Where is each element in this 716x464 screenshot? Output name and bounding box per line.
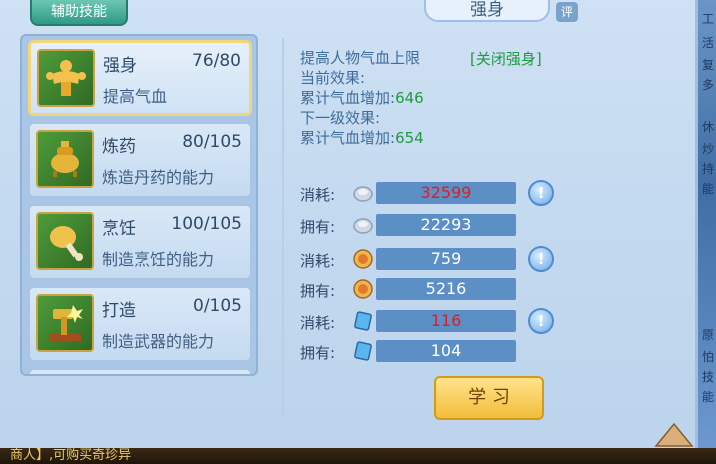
- cost-info-button[interactable]: !: [528, 180, 554, 206]
- skill-level: 100/105: [171, 214, 242, 234]
- skill-name: 强身: [103, 56, 137, 76]
- skill-desc: 炼造丹药的能力: [102, 168, 215, 187]
- scrolling-message: 商人】,可购买奇珍异: [10, 448, 132, 463]
- owned-value: 104: [430, 341, 462, 360]
- current-value: 646: [395, 89, 424, 107]
- cost-info-button[interactable]: !: [528, 308, 554, 334]
- cost-label: 消耗:: [300, 186, 336, 204]
- strip-char: 持: [702, 162, 715, 176]
- skill-panel: 辅助技能 强身 76/80 提高气血 炼药 80/105 炼造丹药的能力 烹饪 …: [0, 0, 698, 450]
- strip-char: 复: [702, 58, 715, 72]
- strip-char: 休: [702, 120, 715, 134]
- cost-value: 759: [430, 249, 462, 268]
- skill-item-pengren[interactable]: 烹饪 100/105 制造烹饪的能力: [28, 204, 252, 280]
- scroll-card-icon: [350, 308, 376, 334]
- bottom-message-bar: 商人】,可购买奇珍异: [0, 448, 716, 464]
- strip-char: 怕: [702, 350, 715, 364]
- current-value-label: 累计气血增加:: [300, 89, 396, 107]
- cauldron-icon: [36, 130, 94, 188]
- strip-char: 能: [702, 182, 715, 196]
- next-value-label: 累计气血增加:: [300, 129, 396, 147]
- owned-label: 拥有:: [300, 218, 336, 236]
- contribution-medal-icon: [350, 246, 376, 272]
- cost-label: 消耗:: [300, 252, 336, 270]
- skill-item-dazao[interactable]: 打造 0/105 制造武器的能力: [28, 286, 252, 362]
- strip-char: 技: [702, 370, 715, 384]
- skill-title: 强身: [424, 0, 550, 22]
- panel-divider: [282, 38, 284, 418]
- silver-coin-icon: [350, 212, 376, 238]
- strip-char: 多: [702, 78, 715, 92]
- cost-label: 消耗:: [300, 314, 336, 332]
- strip-char: 原: [702, 328, 715, 342]
- learn-button[interactable]: 学 习: [434, 376, 544, 420]
- strip-char: 活: [702, 36, 715, 50]
- cost-value: 32599: [420, 183, 472, 202]
- silver-coin-icon: [350, 180, 376, 206]
- strip-char: 能: [702, 390, 715, 404]
- skill-level: 80/105: [182, 132, 242, 152]
- cost-info-button[interactable]: !: [528, 246, 554, 272]
- drumstick-icon: [36, 212, 94, 270]
- current-effect-row: 累计气血增加:646: [300, 88, 424, 108]
- skill-effect-desc: 提高人物气血上限: [300, 49, 421, 67]
- owned-value: 5216: [425, 279, 467, 298]
- owned-label: 拥有:: [300, 344, 336, 362]
- cost-value: 116: [430, 311, 462, 330]
- skill-level: 76/80: [192, 51, 241, 71]
- rate-icon[interactable]: 评: [556, 2, 578, 22]
- muscle-man-icon: [37, 49, 95, 107]
- toggle-skill-link[interactable]: [关闭强身]: [470, 48, 542, 69]
- strip-char: 工: [702, 12, 715, 26]
- tab-auxiliary-skills[interactable]: 辅助技能: [30, 0, 128, 26]
- contribution-medal-icon: [350, 276, 376, 302]
- skill-level: 0/105: [193, 296, 242, 316]
- next-value: 654: [395, 129, 424, 147]
- skill-desc: 提高气血: [103, 87, 168, 106]
- next-effect-label: 下一级效果:: [300, 109, 381, 127]
- hammer-icon: [36, 294, 94, 352]
- ornament-icon: [654, 420, 694, 448]
- skill-item-partial[interactable]: [28, 368, 252, 374]
- next-effect-row: 累计气血增加:654: [300, 128, 424, 148]
- skill-item-qiangshen[interactable]: 强身 76/80 提高气血: [28, 40, 252, 116]
- skill-desc: 制造武器的能力: [102, 332, 215, 351]
- skill-name: 炼药: [102, 137, 136, 157]
- right-backdrop: 工 活 复 多 休 炒 持 能 原 怕 技 能: [696, 0, 716, 464]
- owned-label: 拥有:: [300, 282, 336, 300]
- skill-name: 烹饪: [102, 219, 136, 239]
- owned-value: 22293: [420, 215, 472, 234]
- strip-char: 炒: [702, 142, 715, 156]
- current-effect-label: 当前效果:: [300, 69, 366, 87]
- skill-list[interactable]: 强身 76/80 提高气血 炼药 80/105 炼造丹药的能力 烹饪 100/1…: [20, 34, 258, 376]
- skill-name: 打造: [102, 301, 136, 321]
- scroll-card-icon: [350, 338, 376, 364]
- skill-desc: 制造烹饪的能力: [102, 250, 215, 269]
- skill-item-lianyao[interactable]: 炼药 80/105 炼造丹药的能力: [28, 122, 252, 198]
